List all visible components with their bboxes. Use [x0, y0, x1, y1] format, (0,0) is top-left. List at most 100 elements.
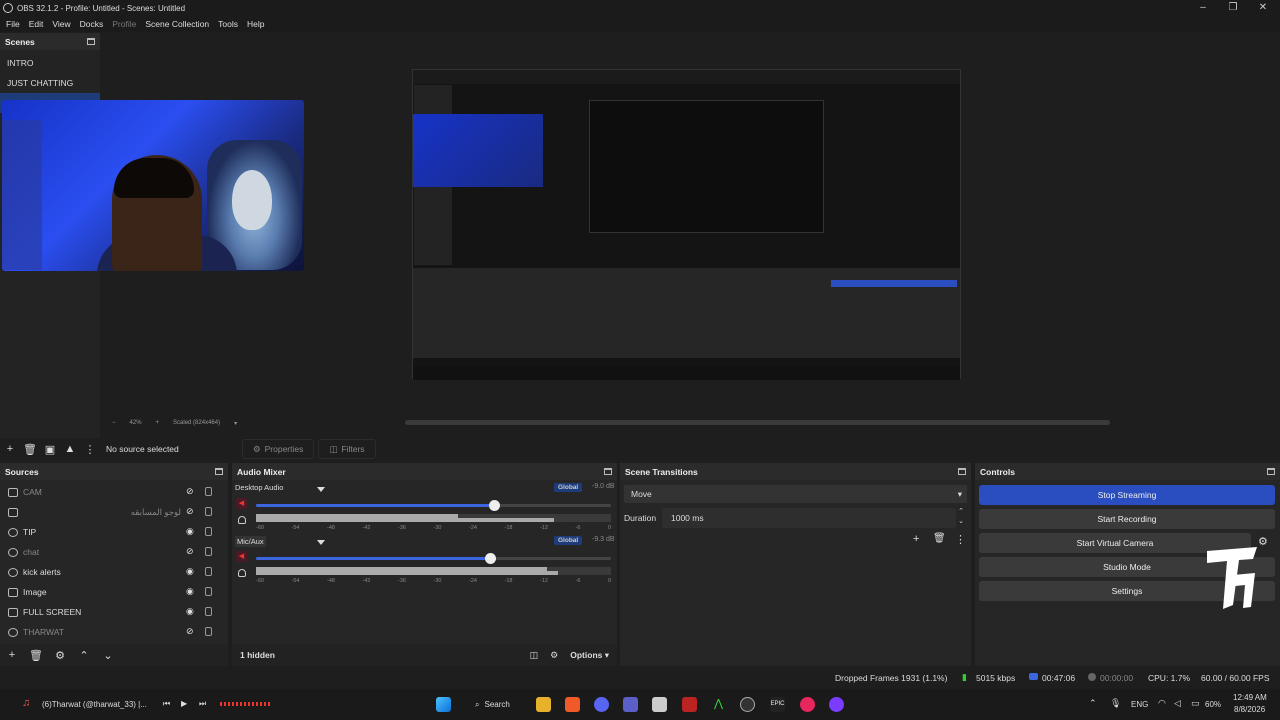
scene-filters-icon[interactable]: ▣ [40, 439, 60, 459]
move-up-icon[interactable]: ⌃ [74, 645, 94, 665]
menu-tools[interactable]: Tools [218, 19, 238, 29]
menu-scene-collection[interactable]: Scene Collection [145, 19, 209, 29]
close-button[interactable]: ✕ [1248, 0, 1278, 16]
calculator-icon[interactable] [652, 697, 667, 712]
maximize-button[interactable]: ❐ [1218, 0, 1248, 16]
volume-knob[interactable] [485, 553, 496, 564]
mute-icon[interactable]: ◀ [236, 498, 247, 509]
lock-icon[interactable] [205, 607, 212, 616]
eye-hidden-icon[interactable]: ⊘ [186, 627, 196, 636]
zoom-out-icon[interactable]: − [112, 420, 116, 426]
eye-hidden-icon[interactable]: ⊘ [186, 487, 196, 496]
app-circle-icon[interactable] [829, 697, 844, 712]
chevron-up-icon[interactable]: ⌃ [1089, 698, 1097, 709]
battery-icon[interactable]: ▭ [1191, 698, 1200, 709]
lock-icon[interactable] [205, 567, 212, 576]
headphones-icon[interactable] [238, 569, 246, 577]
volume-icon[interactable]: ◁ [1174, 698, 1181, 709]
stepper-icon[interactable]: ⌃ ⌄ [956, 507, 966, 527]
menu-profile[interactable]: Profile [112, 19, 136, 29]
remove-scene-icon[interactable]: 🗑 [20, 439, 40, 459]
eye-icon[interactable]: ◉ [186, 567, 196, 576]
headphones-icon[interactable] [238, 516, 246, 524]
move-up-icon[interactable]: ▲ [60, 439, 80, 459]
music-icon[interactable]: ♫ [22, 697, 30, 709]
filters-button[interactable]: ◫ Filters [318, 439, 376, 459]
scene-item[interactable]: INTRO [0, 53, 100, 73]
app-icon[interactable] [682, 697, 697, 712]
source-item[interactable]: kick alerts ◉ [0, 562, 228, 582]
play-icon[interactable]: ▶ [181, 699, 187, 708]
lock-icon[interactable] [205, 507, 212, 516]
transition-select[interactable]: Move ▾ [624, 485, 967, 503]
lock-icon[interactable] [205, 587, 212, 596]
mute-icon[interactable]: ◀ [236, 551, 247, 562]
more-icon[interactable]: ⋮ [955, 533, 966, 546]
channel-name[interactable]: Mic/Aux [235, 536, 266, 547]
scene-item[interactable]: JUST CHATTING [0, 73, 100, 93]
options-button[interactable]: Options ▾ [570, 650, 609, 661]
chevron-down-icon[interactable] [317, 487, 325, 492]
brave-icon[interactable] [565, 697, 580, 712]
clock-date[interactable]: 8/8/2026 [1234, 705, 1265, 714]
source-item[interactable]: TIP ◉ [0, 522, 228, 542]
media-title[interactable]: (6)Tharwat (@tharwat_33) |... [42, 700, 147, 709]
add-transition-icon[interactable]: + [913, 533, 919, 545]
taskbar-search[interactable]: ⌕ Search [460, 695, 522, 714]
stop-streaming-button[interactable]: Stop Streaming [979, 485, 1275, 505]
gear-icon[interactable]: ⚙ [50, 645, 70, 665]
language[interactable]: ENG [1131, 700, 1148, 709]
popout-icon[interactable] [958, 468, 966, 475]
add-scene-icon[interactable]: + [0, 439, 20, 459]
popout-icon[interactable] [1267, 468, 1275, 475]
eye-hidden-icon[interactable]: ⊘ [186, 547, 196, 556]
start-recording-button[interactable]: Start Recording [979, 509, 1275, 529]
menu-view[interactable]: View [52, 19, 70, 29]
source-item[interactable]: THARWAT ⊘ [0, 622, 228, 642]
obs-taskbar-icon[interactable] [740, 697, 755, 712]
file-explorer-icon[interactable] [536, 697, 551, 712]
volume-slider[interactable] [256, 504, 494, 507]
eye-icon[interactable]: ◉ [186, 527, 196, 536]
lock-icon[interactable] [205, 547, 212, 556]
popout-icon[interactable] [215, 468, 223, 475]
lock-icon[interactable] [205, 627, 212, 636]
eye-hidden-icon[interactable]: ⊘ [186, 507, 196, 516]
volume-slider[interactable] [256, 557, 490, 560]
next-icon[interactable]: ⏭ [199, 699, 206, 709]
clock-time[interactable]: 12:49 AM [1233, 693, 1267, 702]
wifi-icon[interactable]: ◠ [1158, 698, 1166, 709]
source-item[interactable]: Image ◉ [0, 582, 228, 602]
duration-field[interactable]: 1000 ms [662, 508, 956, 528]
channel-name[interactable]: Desktop Audio [235, 483, 283, 492]
lock-icon[interactable] [205, 487, 212, 496]
scale-label[interactable]: Scaled (824x464) [173, 420, 220, 426]
media-player-icon[interactable] [800, 697, 815, 712]
more-icon[interactable]: ⋮ [80, 439, 100, 459]
properties-button[interactable]: ⚙ Properties [242, 439, 315, 459]
popout-icon[interactable] [604, 468, 612, 475]
chevron-down-icon[interactable]: ▾ [234, 420, 237, 427]
remove-source-icon[interactable]: 🗑 [26, 645, 46, 665]
eye-icon[interactable]: ◉ [186, 587, 196, 596]
chevron-down-icon[interactable] [317, 540, 325, 545]
epic-games-icon[interactable]: EPIC [770, 697, 785, 712]
advanced-audio-icon[interactable]: ⚙ [550, 650, 558, 661]
move-down-icon[interactable]: ⌄ [98, 645, 118, 665]
menu-docks[interactable]: Docks [80, 19, 104, 29]
discord-icon[interactable] [594, 697, 609, 712]
eye-icon[interactable]: ◉ [186, 607, 196, 616]
teams-icon[interactable] [623, 697, 638, 712]
menu-file[interactable]: File [6, 19, 20, 29]
menu-edit[interactable]: Edit [29, 19, 44, 29]
volume-knob[interactable] [489, 500, 500, 511]
remove-transition-icon[interactable]: 🗑 [933, 533, 946, 544]
canvas-scrollbar[interactable] [405, 420, 1110, 425]
zoom-in-icon[interactable]: + [156, 420, 160, 426]
source-item[interactable]: chat ⊘ [0, 542, 228, 562]
layout-icon[interactable]: ◫ [530, 650, 539, 661]
source-item[interactable]: لوجو المسابقه ⊘ [0, 502, 228, 522]
source-item[interactable]: CAM ⊘ [0, 482, 228, 502]
lock-icon[interactable] [205, 527, 212, 536]
minimize-button[interactable]: – [1188, 0, 1218, 16]
